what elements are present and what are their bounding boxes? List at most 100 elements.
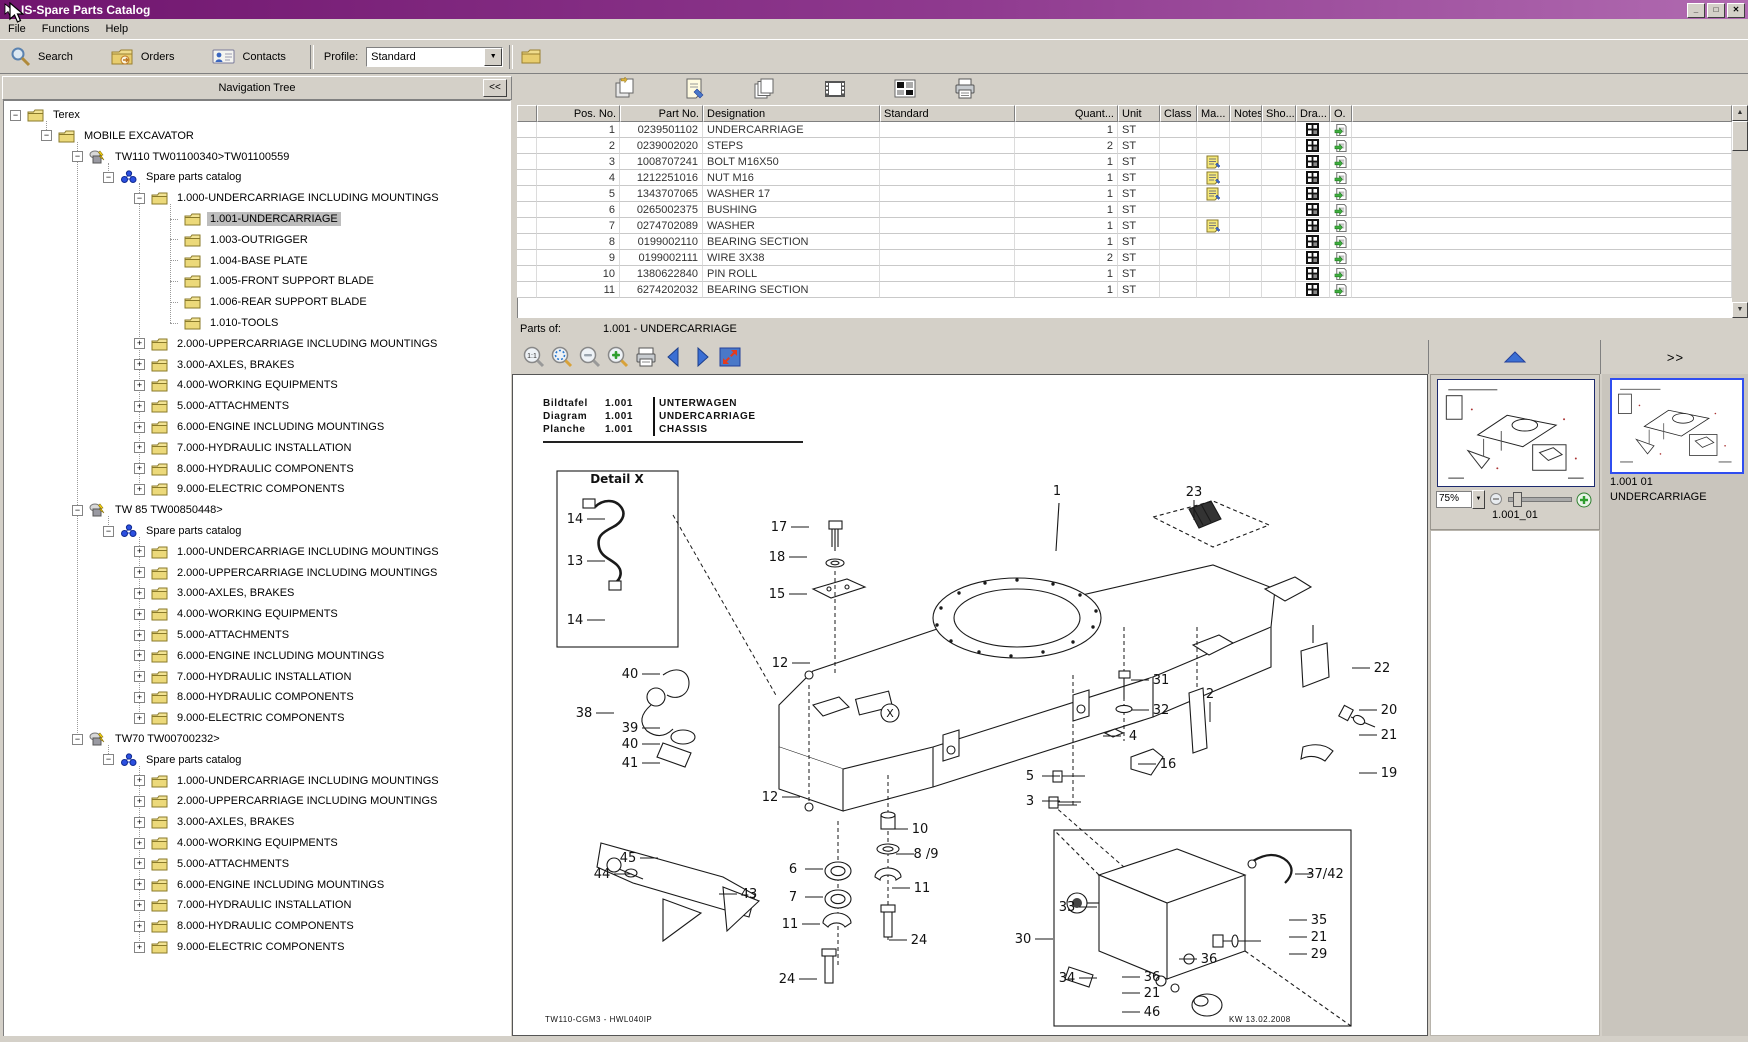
table-cell-sho-row6[interactable] [1262,202,1296,218]
tree-item-1-003-outrigger[interactable]: 1.003-OUTRIGGER [165,230,311,250]
tree-item-6-000-engine-including-mountings[interactable]: +6.000-ENGINE INCLUDING MOUNTINGS [134,417,387,437]
table-cell-pos-row1[interactable]: 1 [537,122,620,138]
tree-item-label[interactable]: 6.000-ENGINE INCLUDING MOUNTINGS [174,420,387,434]
tree-item-label[interactable]: TW 85 TW00850448> [112,503,226,517]
tree-item-label[interactable]: 1.010-TOOLS [207,316,281,330]
table-cell-ma-row1[interactable] [1197,122,1230,138]
material-note-icon[interactable] [1206,187,1221,201]
zoom-value-field[interactable]: 75% [1436,491,1472,508]
table-cell-sho-row2[interactable] [1262,138,1296,154]
table-cell-o-row4[interactable] [1330,170,1352,186]
table-cell-sel-row11[interactable] [517,282,537,298]
preview-panel-header[interactable] [1431,340,1599,374]
order-doc-icon[interactable] [1334,139,1347,153]
drawing-link-icon[interactable] [1306,267,1319,280]
tree-item-label[interactable]: 5.000-ATTACHMENTS [174,628,292,642]
table-cell-unit-row2[interactable]: ST [1118,138,1160,154]
next-page-icon[interactable] [690,345,714,369]
table-cell-pos-row4[interactable]: 4 [537,170,620,186]
table-cell-notes-row4[interactable] [1230,170,1262,186]
collapse-icon[interactable]: − [10,110,21,121]
column-header-sho[interactable]: Sho... [1262,105,1296,122]
table-cell-pos-row8[interactable]: 8 [537,234,620,250]
table-cell-pos-row10[interactable]: 10 [537,266,620,282]
tree-item-label[interactable]: 2.000-UPPERCARRIAGE INCLUDING MOUNTINGS [174,794,440,808]
table-cell-part-row2[interactable]: 0239002020 [620,138,703,154]
collapse-icon[interactable]: − [72,734,83,745]
tree-item-label[interactable]: 9.000-ELECTRIC COMPONENTS [174,482,347,496]
table-cell-part-row3[interactable]: 1008707241 [620,154,703,170]
table-cell-notes-row5[interactable] [1230,186,1262,202]
table-cell-sel-row7[interactable] [517,218,537,234]
drawing-link-icon[interactable] [1306,235,1319,248]
print-diagram-icon[interactable] [634,345,658,369]
tree-item-5-000-attachments[interactable]: +5.000-ATTACHMENTS [134,396,292,416]
tree-item-1-000-undercarriage-including-mountings[interactable]: +1.000-UNDERCARRIAGE INCLUDING MOUNTINGS [134,542,442,562]
tree-item-8-000-hydraulic-components[interactable]: +8.000-HYDRAULIC COMPONENTS [134,459,357,479]
table-cell-qty-row8[interactable]: 1 [1015,234,1118,250]
column-header-notes[interactable]: Notes [1230,105,1262,122]
material-note-icon[interactable] [1206,155,1221,169]
column-header-o[interactable]: O. [1330,105,1352,122]
table-cell-class-row7[interactable] [1160,218,1197,234]
table-cell-o-row3[interactable] [1330,154,1352,170]
table-cell-notes-row11[interactable] [1230,282,1262,298]
tree-item-spare-parts-catalog[interactable]: −Spare parts catalog [103,750,244,770]
filmstrip-icon[interactable] [823,77,847,101]
table-cell-std-row9[interactable] [880,250,1015,266]
expand-icon[interactable]: + [134,817,145,828]
table-cell-part-row8[interactable]: 0199002110 [620,234,703,250]
expand-icon[interactable]: + [134,942,145,953]
tree-item-label[interactable]: 9.000-ELECTRIC COMPONENTS [174,940,347,954]
tree-item-5-000-attachments[interactable]: +5.000-ATTACHMENTS [134,854,292,874]
tree-item-1-001-undercarriage[interactable]: 1.001-UNDERCARRIAGE [165,209,341,229]
expand-icon[interactable]: + [134,422,145,433]
tree-item-spare-parts-catalog[interactable]: −Spare parts catalog [103,167,244,187]
table-cell-unit-row8[interactable]: ST [1118,234,1160,250]
table-cell-class-row8[interactable] [1160,234,1197,250]
tree-item-7-000-hydraulic-installation[interactable]: +7.000-HYDRAULIC INSTALLATION [134,667,354,687]
table-cell-class-row2[interactable] [1160,138,1197,154]
edit-note-icon[interactable] [683,77,707,101]
column-header-des[interactable]: Designation [703,105,880,122]
search-button[interactable]: Search [0,42,83,72]
table-cell-ma-row2[interactable] [1197,138,1230,154]
minimize-button[interactable]: _ [1687,3,1705,18]
column-header-dra[interactable]: Dra... [1296,105,1330,122]
tree-item-label[interactable]: 4.000-WORKING EQUIPMENTS [174,378,341,392]
tree-item-label[interactable]: Terex [50,108,83,122]
column-header-unit[interactable]: Unit [1118,105,1160,122]
tree-item-tw110-tw01100340-tw01100559[interactable]: −TW110 TW01100340>TW01100559 [72,147,292,167]
column-header-sel[interactable] [517,105,537,122]
table-cell-ma-row4[interactable] [1197,170,1230,186]
tree-item-1-000-undercarriage-including-mountings[interactable]: +1.000-UNDERCARRIAGE INCLUDING MOUNTINGS [134,771,442,791]
tree-item-4-000-working-equipments[interactable]: +4.000-WORKING EQUIPMENTS [134,375,341,395]
expand-icon[interactable]: + [134,671,145,682]
expand-icon[interactable]: + [134,713,145,724]
table-cell-o-row5[interactable] [1330,186,1352,202]
table-cell-class-row10[interactable] [1160,266,1197,282]
tree-item-2-000-uppercarriage-including-mountings[interactable]: +2.000-UPPERCARRIAGE INCLUDING MOUNTINGS [134,791,440,811]
table-cell-notes-row10[interactable] [1230,266,1262,282]
collapse-icon[interactable]: − [103,754,114,765]
tree-item-tw-85-tw00850448[interactable]: − TW 85 TW00850448> [72,500,226,520]
contacts-button[interactable]: Contacts [202,42,295,72]
material-note-icon[interactable] [1206,171,1221,185]
expand-icon[interactable]: + [134,442,145,453]
table-cell-fill-row2[interactable] [1352,138,1732,154]
expand-pages-icon[interactable]: >> [1667,350,1684,365]
table-cell-o-row8[interactable] [1330,234,1352,250]
column-header-ma[interactable]: Ma... [1197,105,1230,122]
table-cell-o-row9[interactable] [1330,250,1352,266]
table-cell-part-row9[interactable]: 0199002111 [620,250,703,266]
table-cell-qty-row2[interactable]: 2 [1015,138,1118,154]
collapse-icon[interactable]: − [103,172,114,183]
collapse-icon[interactable]: − [72,505,83,516]
table-cell-des-row4[interactable]: NUT M16 [703,170,880,186]
table-cell-o-row2[interactable] [1330,138,1352,154]
table-cell-sel-row5[interactable] [517,186,537,202]
tree-item-label[interactable]: 1.005-FRONT SUPPORT BLADE [207,274,377,288]
menu-functions[interactable]: Functions [34,21,98,37]
tree-item-1-005-front-support-blade[interactable]: 1.005-FRONT SUPPORT BLADE [165,271,377,291]
table-cell-o-row7[interactable] [1330,218,1352,234]
